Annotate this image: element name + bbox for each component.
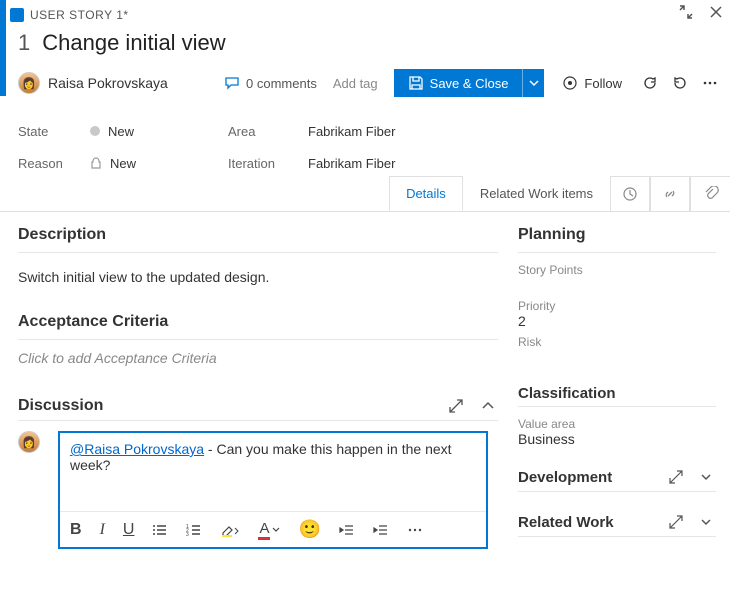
numbered-list-icon[interactable]: 123 bbox=[186, 522, 202, 538]
collapse-icon[interactable] bbox=[676, 2, 696, 22]
priority-value[interactable]: 2 bbox=[518, 313, 716, 329]
emoji-icon[interactable]: 🙂 bbox=[298, 519, 320, 540]
italic-icon[interactable]: I bbox=[100, 521, 105, 539]
add-tag-button[interactable]: Add tag bbox=[327, 72, 384, 95]
iteration-value[interactable]: Fabrikam Fiber bbox=[308, 156, 395, 171]
classification-title: Classification bbox=[518, 385, 716, 402]
area-label: Area bbox=[228, 124, 308, 139]
reason-value[interactable]: New bbox=[110, 156, 136, 171]
priority-label: Priority bbox=[518, 299, 716, 313]
editor-toolbar: B I U 123 A 🙂 bbox=[60, 511, 486, 547]
comment-avatar: 👩 bbox=[18, 431, 40, 453]
svg-text:3: 3 bbox=[186, 532, 189, 538]
avatar[interactable]: 👩 bbox=[18, 72, 40, 94]
acceptance-title: Acceptance Criteria bbox=[18, 313, 498, 331]
close-icon[interactable] bbox=[706, 2, 726, 22]
development-chevron-icon[interactable] bbox=[696, 467, 716, 487]
save-close-label: Save & Close bbox=[430, 76, 509, 91]
tab-related[interactable]: Related Work items bbox=[463, 176, 610, 211]
related-chevron-icon[interactable] bbox=[696, 512, 716, 532]
development-title: Development bbox=[518, 469, 612, 486]
discussion-expand-icon[interactable] bbox=[446, 396, 466, 416]
follow-label: Follow bbox=[584, 76, 622, 91]
planning-title: Planning bbox=[518, 226, 716, 244]
development-expand-icon[interactable] bbox=[666, 467, 686, 487]
more-icon[interactable] bbox=[700, 73, 720, 93]
comments-label: 0 comments bbox=[246, 76, 317, 91]
reason-label: Reason bbox=[18, 156, 90, 171]
font-color-icon[interactable]: A bbox=[258, 520, 280, 540]
comment-mention[interactable]: @Raisa Pokrovskaya bbox=[70, 441, 204, 457]
assigned-to[interactable]: Raisa Pokrovskaya bbox=[48, 75, 168, 91]
workitem-type-icon bbox=[10, 8, 24, 22]
related-work-title: Related Work bbox=[518, 514, 614, 531]
iteration-label: Iteration bbox=[228, 156, 308, 171]
value-area-label: Value area bbox=[518, 417, 716, 431]
tabs-bar: Details Related Work items bbox=[0, 176, 730, 212]
tab-attachments-icon[interactable] bbox=[690, 176, 730, 211]
save-close-split[interactable] bbox=[522, 69, 544, 97]
risk-value[interactable] bbox=[518, 349, 716, 365]
refresh-icon[interactable] bbox=[640, 73, 660, 93]
workitem-id: 1 bbox=[18, 30, 30, 56]
story-points-label: Story Points bbox=[518, 263, 716, 277]
description-title: Description bbox=[18, 226, 498, 244]
state-value[interactable]: New bbox=[108, 124, 134, 139]
lock-icon bbox=[90, 157, 102, 169]
bold-icon[interactable]: B bbox=[70, 521, 82, 539]
story-points-value[interactable] bbox=[518, 277, 716, 293]
save-close-button[interactable]: Save & Close bbox=[394, 69, 523, 97]
workitem-title[interactable]: Change initial view bbox=[42, 30, 225, 56]
comments-count[interactable]: 0 comments bbox=[224, 75, 317, 91]
area-value[interactable]: Fabrikam Fiber bbox=[308, 124, 395, 139]
state-dot-icon bbox=[90, 126, 100, 136]
underline-icon[interactable]: U bbox=[123, 521, 135, 539]
comment-editor[interactable]: @Raisa Pokrovskaya - Can you make this h… bbox=[58, 431, 488, 549]
workitem-type-text: USER STORY 1* bbox=[30, 8, 129, 22]
outdent-icon[interactable] bbox=[339, 522, 355, 538]
titlebar: USER STORY 1* bbox=[10, 4, 720, 26]
description-body[interactable]: Switch initial view to the updated desig… bbox=[18, 263, 498, 309]
state-label: State bbox=[18, 124, 90, 139]
toolbar-more-icon[interactable] bbox=[407, 522, 423, 538]
bullet-list-icon[interactable] bbox=[152, 522, 168, 538]
tab-details[interactable]: Details bbox=[389, 176, 463, 211]
indent-icon[interactable] bbox=[373, 522, 389, 538]
highlight-icon[interactable] bbox=[220, 522, 240, 538]
tab-links-icon[interactable] bbox=[650, 176, 690, 211]
risk-label: Risk bbox=[518, 335, 716, 349]
related-expand-icon[interactable] bbox=[666, 512, 686, 532]
follow-button[interactable]: Follow bbox=[554, 75, 630, 91]
discussion-collapse-icon[interactable] bbox=[478, 396, 498, 416]
acceptance-placeholder[interactable]: Click to add Acceptance Criteria bbox=[18, 350, 498, 366]
undo-icon[interactable] bbox=[670, 73, 690, 93]
value-area-value[interactable]: Business bbox=[518, 431, 716, 447]
discussion-title: Discussion bbox=[18, 397, 103, 415]
tab-history-icon[interactable] bbox=[610, 176, 650, 211]
